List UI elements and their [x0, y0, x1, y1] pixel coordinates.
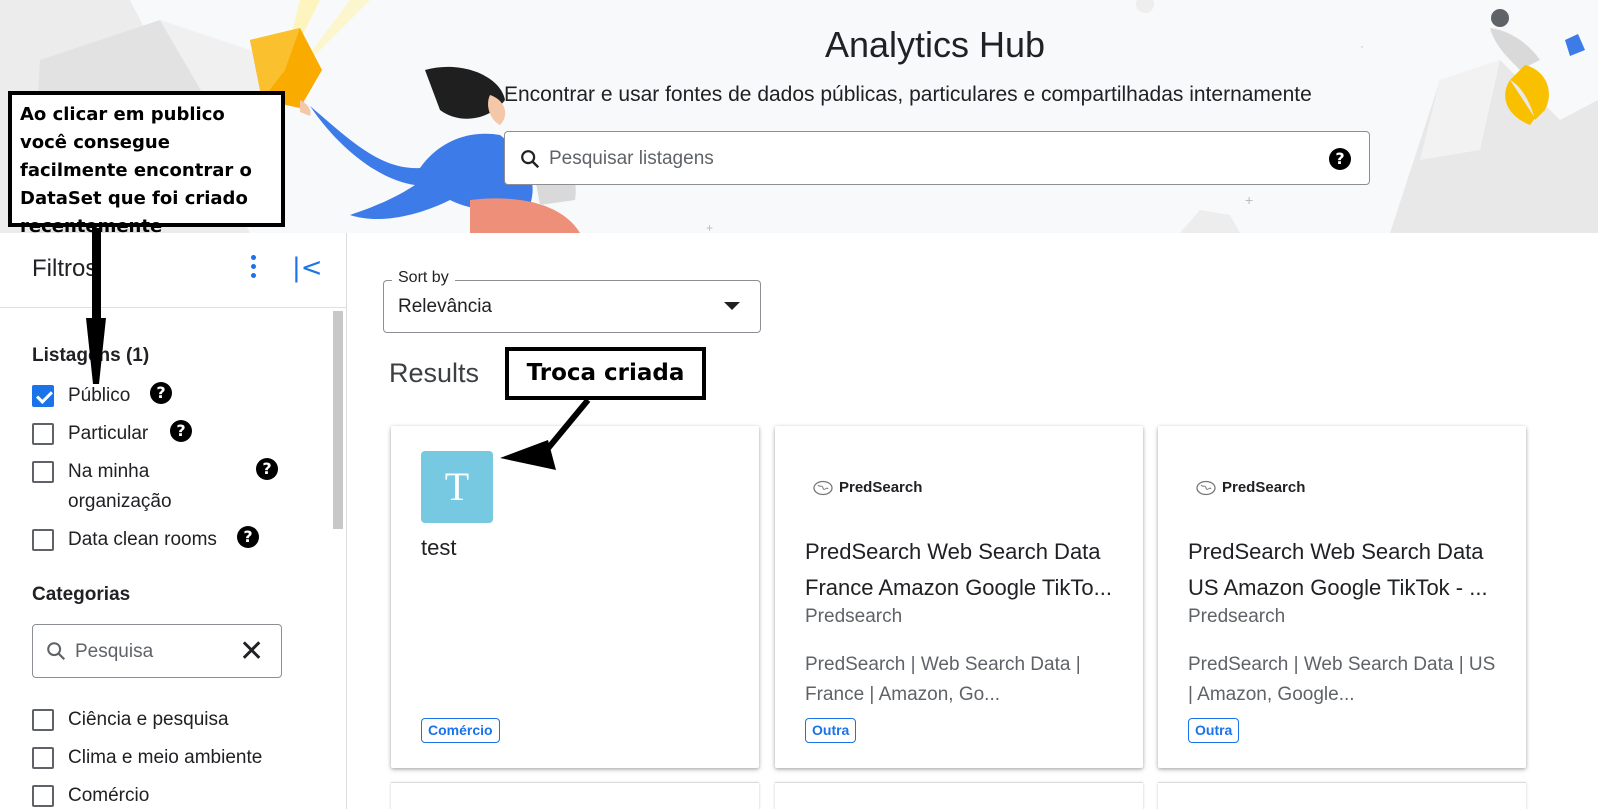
listing-card-partial[interactable] [391, 782, 759, 809]
help-icon[interactable]: ? [170, 420, 192, 442]
categories-group-title: Categorias [32, 584, 131, 605]
listings-search-input[interactable] [549, 146, 1289, 172]
listings-search[interactable]: ? [504, 131, 1370, 185]
listing-description: PredSearch | Web Search Data | US | Amaz… [1188, 654, 1496, 705]
category-climate[interactable]: Clima e meio ambiente [32, 747, 262, 773]
filters-header: Filtros |< [0, 233, 346, 308]
search-icon [47, 642, 66, 661]
listing-title: PredSearch Web Search Data France Amazon… [805, 539, 1112, 600]
checkbox[interactable] [32, 529, 54, 551]
filter-label: Público [68, 385, 131, 406]
checkbox[interactable] [32, 423, 54, 445]
page-title: Analytics Hub [824, 24, 1046, 65]
annotation-public-note: Ao clicar em publico você consegue facil… [8, 91, 285, 237]
checkbox-checked[interactable] [32, 385, 54, 407]
filter-my-organization[interactable]: Na minha organização [32, 461, 178, 517]
checkbox[interactable] [32, 461, 54, 483]
listing-card-test[interactable]: T test Comércio [391, 426, 759, 768]
listing-title: PredSearch Web Search Data US Amazon Goo… [1188, 539, 1488, 600]
category-tag: Outra [805, 718, 857, 743]
help-icon[interactable]: ? [237, 526, 259, 548]
filters-panel: Filtros |< Listagens (1) Público ? Parti… [0, 233, 347, 809]
clear-icon[interactable]: ✕ [239, 634, 264, 669]
help-icon[interactable]: ? [1329, 148, 1351, 170]
page-subtitle: Encontrar e usar fontes de dados pública… [504, 83, 1312, 106]
category-commerce[interactable]: Comércio [32, 785, 149, 809]
svg-text:+: + [706, 221, 713, 233]
listing-card-partial[interactable] [775, 782, 1143, 809]
category-label: Ciência e pesquisa [68, 709, 229, 730]
search-icon [521, 150, 540, 169]
filter-private[interactable]: Particular [32, 423, 148, 449]
checkbox[interactable] [32, 709, 54, 731]
sort-label: Sort by [392, 269, 455, 287]
brain-icon [1196, 480, 1216, 495]
more-options-icon[interactable] [238, 251, 268, 287]
checkbox[interactable] [32, 785, 54, 807]
annotation-exchange-note: Troca criada [505, 347, 706, 400]
category-search-input[interactable] [75, 639, 225, 665]
category-science[interactable]: Ciência e pesquisa [32, 709, 229, 735]
filter-label: Data clean rooms [68, 529, 217, 550]
listing-provider: Predsearch [805, 606, 903, 627]
listing-card-predsearch-france[interactable]: PredSearch PredSearch Web Search Data Fr… [775, 426, 1143, 768]
results-title: Results [389, 358, 480, 388]
category-tag: Outra [1188, 718, 1240, 743]
dropdown-arrow-icon [724, 302, 740, 310]
brand-name: PredSearch [839, 479, 923, 496]
listings-group-title: Listagens (1) [32, 345, 150, 366]
category-tag: Comércio [421, 718, 500, 743]
sort-select[interactable]: Sort by Relevância [383, 269, 761, 333]
brain-icon [813, 480, 833, 495]
listing-card-partial[interactable] [1158, 782, 1526, 809]
brand-name: PredSearch [1222, 479, 1306, 496]
category-label: Comércio [68, 785, 150, 806]
brand-logo: PredSearch [1196, 479, 1305, 496]
listing-title: test [421, 535, 457, 560]
filters-title: Filtros [32, 255, 98, 282]
help-icon[interactable]: ? [256, 458, 278, 480]
category-search[interactable]: ✕ [32, 624, 282, 678]
filter-public[interactable]: Público [32, 385, 130, 411]
svg-text:+: + [1245, 192, 1253, 208]
listing-logo: T [421, 451, 493, 523]
listing-description: PredSearch | Web Search Data | France | … [805, 654, 1081, 705]
listing-provider: Predsearch [1188, 606, 1286, 627]
filter-data-clean-rooms[interactable]: Data clean rooms [32, 529, 217, 555]
listing-card-predsearch-us[interactable]: PredSearch PredSearch Web Search Data US… [1158, 426, 1526, 768]
filter-label: Na minha organização [68, 461, 172, 512]
checkbox[interactable] [32, 747, 54, 769]
filter-label: Particular [68, 423, 149, 444]
collapse-panel-icon[interactable]: |< [292, 253, 323, 283]
sort-value: Relevância [398, 296, 492, 317]
category-label: Clima e meio ambiente [68, 747, 263, 768]
help-icon[interactable]: ? [150, 382, 172, 404]
brand-logo: PredSearch [813, 479, 922, 496]
filters-scrollbar-thumb[interactable] [333, 311, 343, 529]
